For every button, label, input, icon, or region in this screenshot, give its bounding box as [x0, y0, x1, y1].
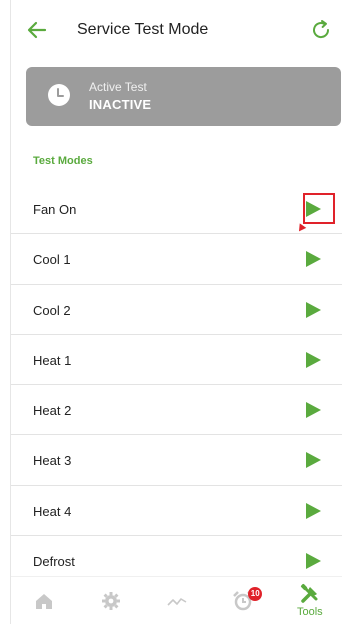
test-mode-list: Fan On Cool 1 Cool 2 Heat 1 Heat 2 Heat 3 Heat… [11, 184, 342, 587]
active-test-label: Active Test [89, 80, 147, 94]
play-button[interactable] [303, 249, 323, 269]
nav-tools[interactable]: Tools [277, 577, 342, 624]
tools-icon [299, 583, 321, 605]
test-mode-label: Defrost [33, 554, 75, 570]
play-icon [306, 553, 321, 570]
test-mode-label: Cool 1 [33, 252, 71, 268]
arrow-left-icon [27, 21, 47, 39]
play-button[interactable] [303, 450, 323, 470]
header: Service Test Mode [11, 0, 342, 56]
nav-history[interactable] [144, 577, 210, 624]
nav-label: Tools [296, 606, 323, 618]
play-button[interactable] [303, 501, 323, 521]
refresh-icon [313, 20, 330, 39]
highlight-box [303, 193, 335, 224]
test-mode-row[interactable]: Heat 2 [11, 385, 342, 436]
play-icon [306, 402, 321, 419]
gear-icon [100, 590, 122, 612]
test-mode-label: Heat 4 [33, 503, 72, 519]
play-icon [306, 502, 321, 519]
test-mode-row[interactable]: Heat 1 [11, 335, 342, 386]
service-test-mode-screen: Service Test Mode Active Test INACTIVE T… [10, 0, 342, 624]
test-mode-label: Fan On [33, 202, 77, 217]
notification-badge: 10 [248, 587, 263, 601]
bottom-navigation: 10 Tools [11, 576, 342, 624]
test-mode-label: Heat 2 [33, 403, 72, 419]
play-icon [306, 251, 321, 268]
play-button[interactable] [303, 400, 323, 420]
back-button[interactable] [25, 18, 49, 42]
active-test-status: INACTIVE [89, 97, 152, 112]
play-button[interactable] [303, 300, 323, 320]
clock-icon [48, 84, 70, 106]
test-mode-row[interactable]: Cool 1 [11, 234, 342, 285]
test-mode-row[interactable]: Cool 2 [11, 285, 342, 335]
play-icon [306, 301, 321, 318]
test-mode-row[interactable]: Heat 4 [11, 486, 342, 537]
play-button[interactable] [303, 551, 323, 571]
nav-home[interactable] [11, 577, 77, 624]
test-modes-heading: Test Modes [33, 155, 93, 167]
refresh-button[interactable] [309, 18, 333, 42]
nav-settings[interactable] [77, 577, 143, 624]
test-mode-label: Heat 1 [33, 352, 72, 368]
play-icon [306, 452, 321, 469]
nav-alerts[interactable]: 10 [210, 577, 276, 624]
page-title: Service Test Mode [77, 21, 209, 38]
play-button[interactable] [303, 350, 323, 370]
active-test-card: Active Test INACTIVE [26, 67, 341, 126]
home-icon [33, 590, 55, 612]
test-mode-label: Cool 2 [33, 302, 71, 318]
test-mode-label: Heat 3 [33, 453, 72, 469]
trend-icon [166, 590, 188, 612]
pointer-icon [295, 223, 307, 234]
test-mode-row[interactable]: Fan On [11, 184, 342, 235]
play-icon [306, 351, 321, 368]
test-mode-row[interactable]: Heat 3 [11, 435, 342, 486]
